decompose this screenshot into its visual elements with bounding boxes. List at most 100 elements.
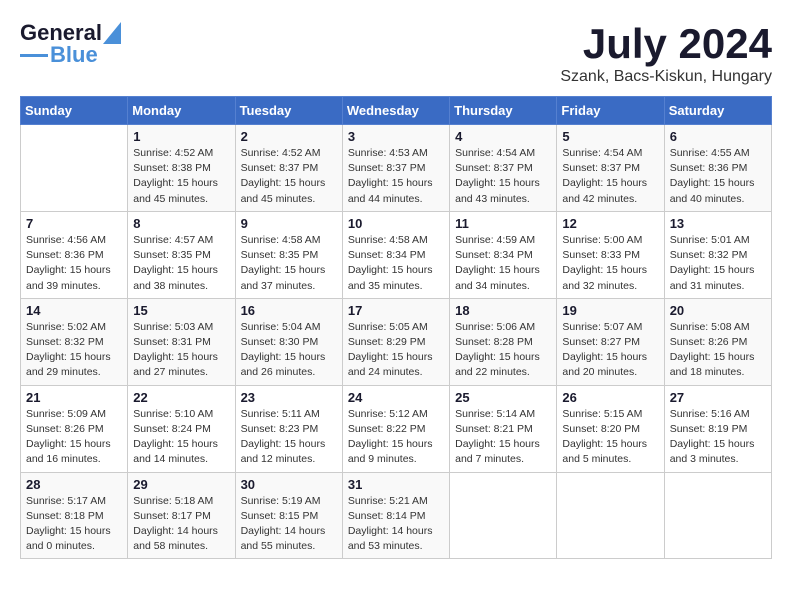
table-row	[21, 125, 128, 212]
table-row: 29 Sunrise: 5:18 AM Sunset: 8:17 PM Dayli…	[128, 472, 235, 559]
day-info: Sunrise: 5:02 AM Sunset: 8:32 PM Dayligh…	[26, 320, 122, 381]
day-number: 24	[348, 390, 444, 405]
table-row: 13 Sunrise: 5:01 AM Sunset: 8:32 PM Dayli…	[664, 211, 771, 298]
table-row	[450, 472, 557, 559]
table-row: 5 Sunrise: 4:54 AM Sunset: 8:37 PM Daylig…	[557, 125, 664, 212]
day-number: 14	[26, 303, 122, 318]
day-info: Sunrise: 4:56 AM Sunset: 8:36 PM Dayligh…	[26, 233, 122, 294]
day-number: 29	[133, 477, 229, 492]
table-row: 12Sunrise: 5:00 AM Sunset: 8:33 PM Dayli…	[557, 211, 664, 298]
table-row: 6 Sunrise: 4:55 AM Sunset: 8:36 PM Daylig…	[664, 125, 771, 212]
table-row: 21Sunrise: 5:09 AM Sunset: 8:26 PM Dayli…	[21, 385, 128, 472]
day-info: Sunrise: 5:14 AM Sunset: 8:21 PM Dayligh…	[455, 407, 551, 468]
day-number: 19	[562, 303, 658, 318]
table-row: 14 Sunrise: 5:02 AM Sunset: 8:32 PM Dayli…	[21, 298, 128, 385]
day-number: 23	[241, 390, 337, 405]
day-number: 31	[348, 477, 444, 492]
day-info: Sunrise: 5:03 AM Sunset: 8:31 PM Dayligh…	[133, 320, 229, 381]
day-number: 17	[348, 303, 444, 318]
table-row: 8Sunrise: 4:57 AM Sunset: 8:35 PM Daylig…	[128, 211, 235, 298]
day-number: 15	[133, 303, 229, 318]
table-row: 11Sunrise: 4:59 AM Sunset: 8:34 PM Dayli…	[450, 211, 557, 298]
day-info: Sunrise: 5:06 AM Sunset: 8:28 PM Dayligh…	[455, 320, 551, 381]
table-row	[664, 472, 771, 559]
day-info: Sunrise: 5:21 AM Sunset: 8:14 PM Dayligh…	[348, 494, 444, 555]
table-row: 28 Sunrise: 5:17 AM Sunset: 8:18 PM Dayli…	[21, 472, 128, 559]
table-row: 26Sunrise: 5:15 AM Sunset: 8:20 PM Dayli…	[557, 385, 664, 472]
col-monday: Monday	[128, 97, 235, 125]
day-info: Sunrise: 5:07 AM Sunset: 8:27 PM Dayligh…	[562, 320, 658, 381]
day-info: Sunrise: 5:18 AM Sunset: 8:17 PM Dayligh…	[133, 494, 229, 555]
table-row: 22 Sunrise: 5:10 AM Sunset: 8:24 PM Dayli…	[128, 385, 235, 472]
day-info: Sunrise: 5:17 AM Sunset: 8:18 PM Dayligh…	[26, 494, 122, 555]
day-info: Sunrise: 5:12 AM Sunset: 8:22 PM Dayligh…	[348, 407, 444, 468]
logo: General Blue	[20, 20, 121, 68]
day-info: Sunrise: 4:54 AM Sunset: 8:37 PM Dayligh…	[455, 146, 551, 207]
day-info: Sunrise: 4:58 AM Sunset: 8:35 PM Dayligh…	[241, 233, 337, 294]
calendar-location: Szank, Bacs-Kiskun, Hungary	[560, 68, 772, 86]
day-number: 4	[455, 129, 551, 144]
day-number: 6	[670, 129, 766, 144]
day-info: Sunrise: 5:10 AM Sunset: 8:24 PM Dayligh…	[133, 407, 229, 468]
calendar-title: July 2024	[560, 20, 772, 68]
logo-blue-text: Blue	[50, 42, 98, 68]
week-row-1: 1 Sunrise: 4:52 AM Sunset: 8:38 PM Daylig…	[21, 125, 772, 212]
table-row: 24 Sunrise: 5:12 AM Sunset: 8:22 PM Dayli…	[342, 385, 449, 472]
col-friday: Friday	[557, 97, 664, 125]
day-number: 28	[26, 477, 122, 492]
day-number: 20	[670, 303, 766, 318]
table-row: 20 Sunrise: 5:08 AM Sunset: 8:26 PM Dayli…	[664, 298, 771, 385]
table-row: 27Sunrise: 5:16 AM Sunset: 8:19 PM Dayli…	[664, 385, 771, 472]
logo-line	[20, 54, 48, 57]
table-row: 31 Sunrise: 5:21 AM Sunset: 8:14 PM Dayli…	[342, 472, 449, 559]
day-info: Sunrise: 5:05 AM Sunset: 8:29 PM Dayligh…	[348, 320, 444, 381]
col-saturday: Saturday	[664, 97, 771, 125]
col-thursday: Thursday	[450, 97, 557, 125]
day-number: 25	[455, 390, 551, 405]
day-number: 16	[241, 303, 337, 318]
day-info: Sunrise: 5:08 AM Sunset: 8:26 PM Dayligh…	[670, 320, 766, 381]
table-row: 19 Sunrise: 5:07 AM Sunset: 8:27 PM Dayli…	[557, 298, 664, 385]
table-row: 4 Sunrise: 4:54 AM Sunset: 8:37 PM Daylig…	[450, 125, 557, 212]
day-info: Sunrise: 5:19 AM Sunset: 8:15 PM Dayligh…	[241, 494, 337, 555]
table-row: 7 Sunrise: 4:56 AM Sunset: 8:36 PM Daylig…	[21, 211, 128, 298]
table-row: 2 Sunrise: 4:52 AM Sunset: 8:37 PM Daylig…	[235, 125, 342, 212]
day-number: 10	[348, 216, 444, 231]
day-info: Sunrise: 5:04 AM Sunset: 8:30 PM Dayligh…	[241, 320, 337, 381]
table-row: 30Sunrise: 5:19 AM Sunset: 8:15 PM Dayli…	[235, 472, 342, 559]
day-info: Sunrise: 4:54 AM Sunset: 8:37 PM Dayligh…	[562, 146, 658, 207]
table-row: 16 Sunrise: 5:04 AM Sunset: 8:30 PM Dayli…	[235, 298, 342, 385]
day-number: 5	[562, 129, 658, 144]
day-info: Sunrise: 4:55 AM Sunset: 8:36 PM Dayligh…	[670, 146, 766, 207]
table-row: 15 Sunrise: 5:03 AM Sunset: 8:31 PM Dayli…	[128, 298, 235, 385]
table-row	[557, 472, 664, 559]
week-row-2: 7 Sunrise: 4:56 AM Sunset: 8:36 PM Daylig…	[21, 211, 772, 298]
day-info: Sunrise: 4:52 AM Sunset: 8:37 PM Dayligh…	[241, 146, 337, 207]
week-row-4: 21Sunrise: 5:09 AM Sunset: 8:26 PM Dayli…	[21, 385, 772, 472]
day-number: 21	[26, 390, 122, 405]
day-info: Sunrise: 5:01 AM Sunset: 8:32 PM Dayligh…	[670, 233, 766, 294]
day-number: 13	[670, 216, 766, 231]
day-info: Sunrise: 4:58 AM Sunset: 8:34 PM Dayligh…	[348, 233, 444, 294]
day-number: 8	[133, 216, 229, 231]
day-number: 1	[133, 129, 229, 144]
table-row: 17 Sunrise: 5:05 AM Sunset: 8:29 PM Dayli…	[342, 298, 449, 385]
col-tuesday: Tuesday	[235, 97, 342, 125]
page-header: General Blue July 2024 Szank, Bacs-Kisku…	[20, 20, 772, 86]
table-row: 23 Sunrise: 5:11 AM Sunset: 8:23 PM Dayli…	[235, 385, 342, 472]
day-info: Sunrise: 4:53 AM Sunset: 8:37 PM Dayligh…	[348, 146, 444, 207]
day-number: 7	[26, 216, 122, 231]
table-row: 25 Sunrise: 5:14 AM Sunset: 8:21 PM Dayli…	[450, 385, 557, 472]
day-number: 27	[670, 390, 766, 405]
day-number: 22	[133, 390, 229, 405]
table-row: 10 Sunrise: 4:58 AM Sunset: 8:34 PM Dayli…	[342, 211, 449, 298]
calendar-table: Sunday Monday Tuesday Wednesday Thursday…	[20, 96, 772, 559]
day-info: Sunrise: 4:52 AM Sunset: 8:38 PM Dayligh…	[133, 146, 229, 207]
table-row: 18Sunrise: 5:06 AM Sunset: 8:28 PM Dayli…	[450, 298, 557, 385]
day-info: Sunrise: 5:00 AM Sunset: 8:33 PM Dayligh…	[562, 233, 658, 294]
day-number: 2	[241, 129, 337, 144]
day-number: 26	[562, 390, 658, 405]
day-info: Sunrise: 5:11 AM Sunset: 8:23 PM Dayligh…	[241, 407, 337, 468]
day-number: 3	[348, 129, 444, 144]
col-sunday: Sunday	[21, 97, 128, 125]
